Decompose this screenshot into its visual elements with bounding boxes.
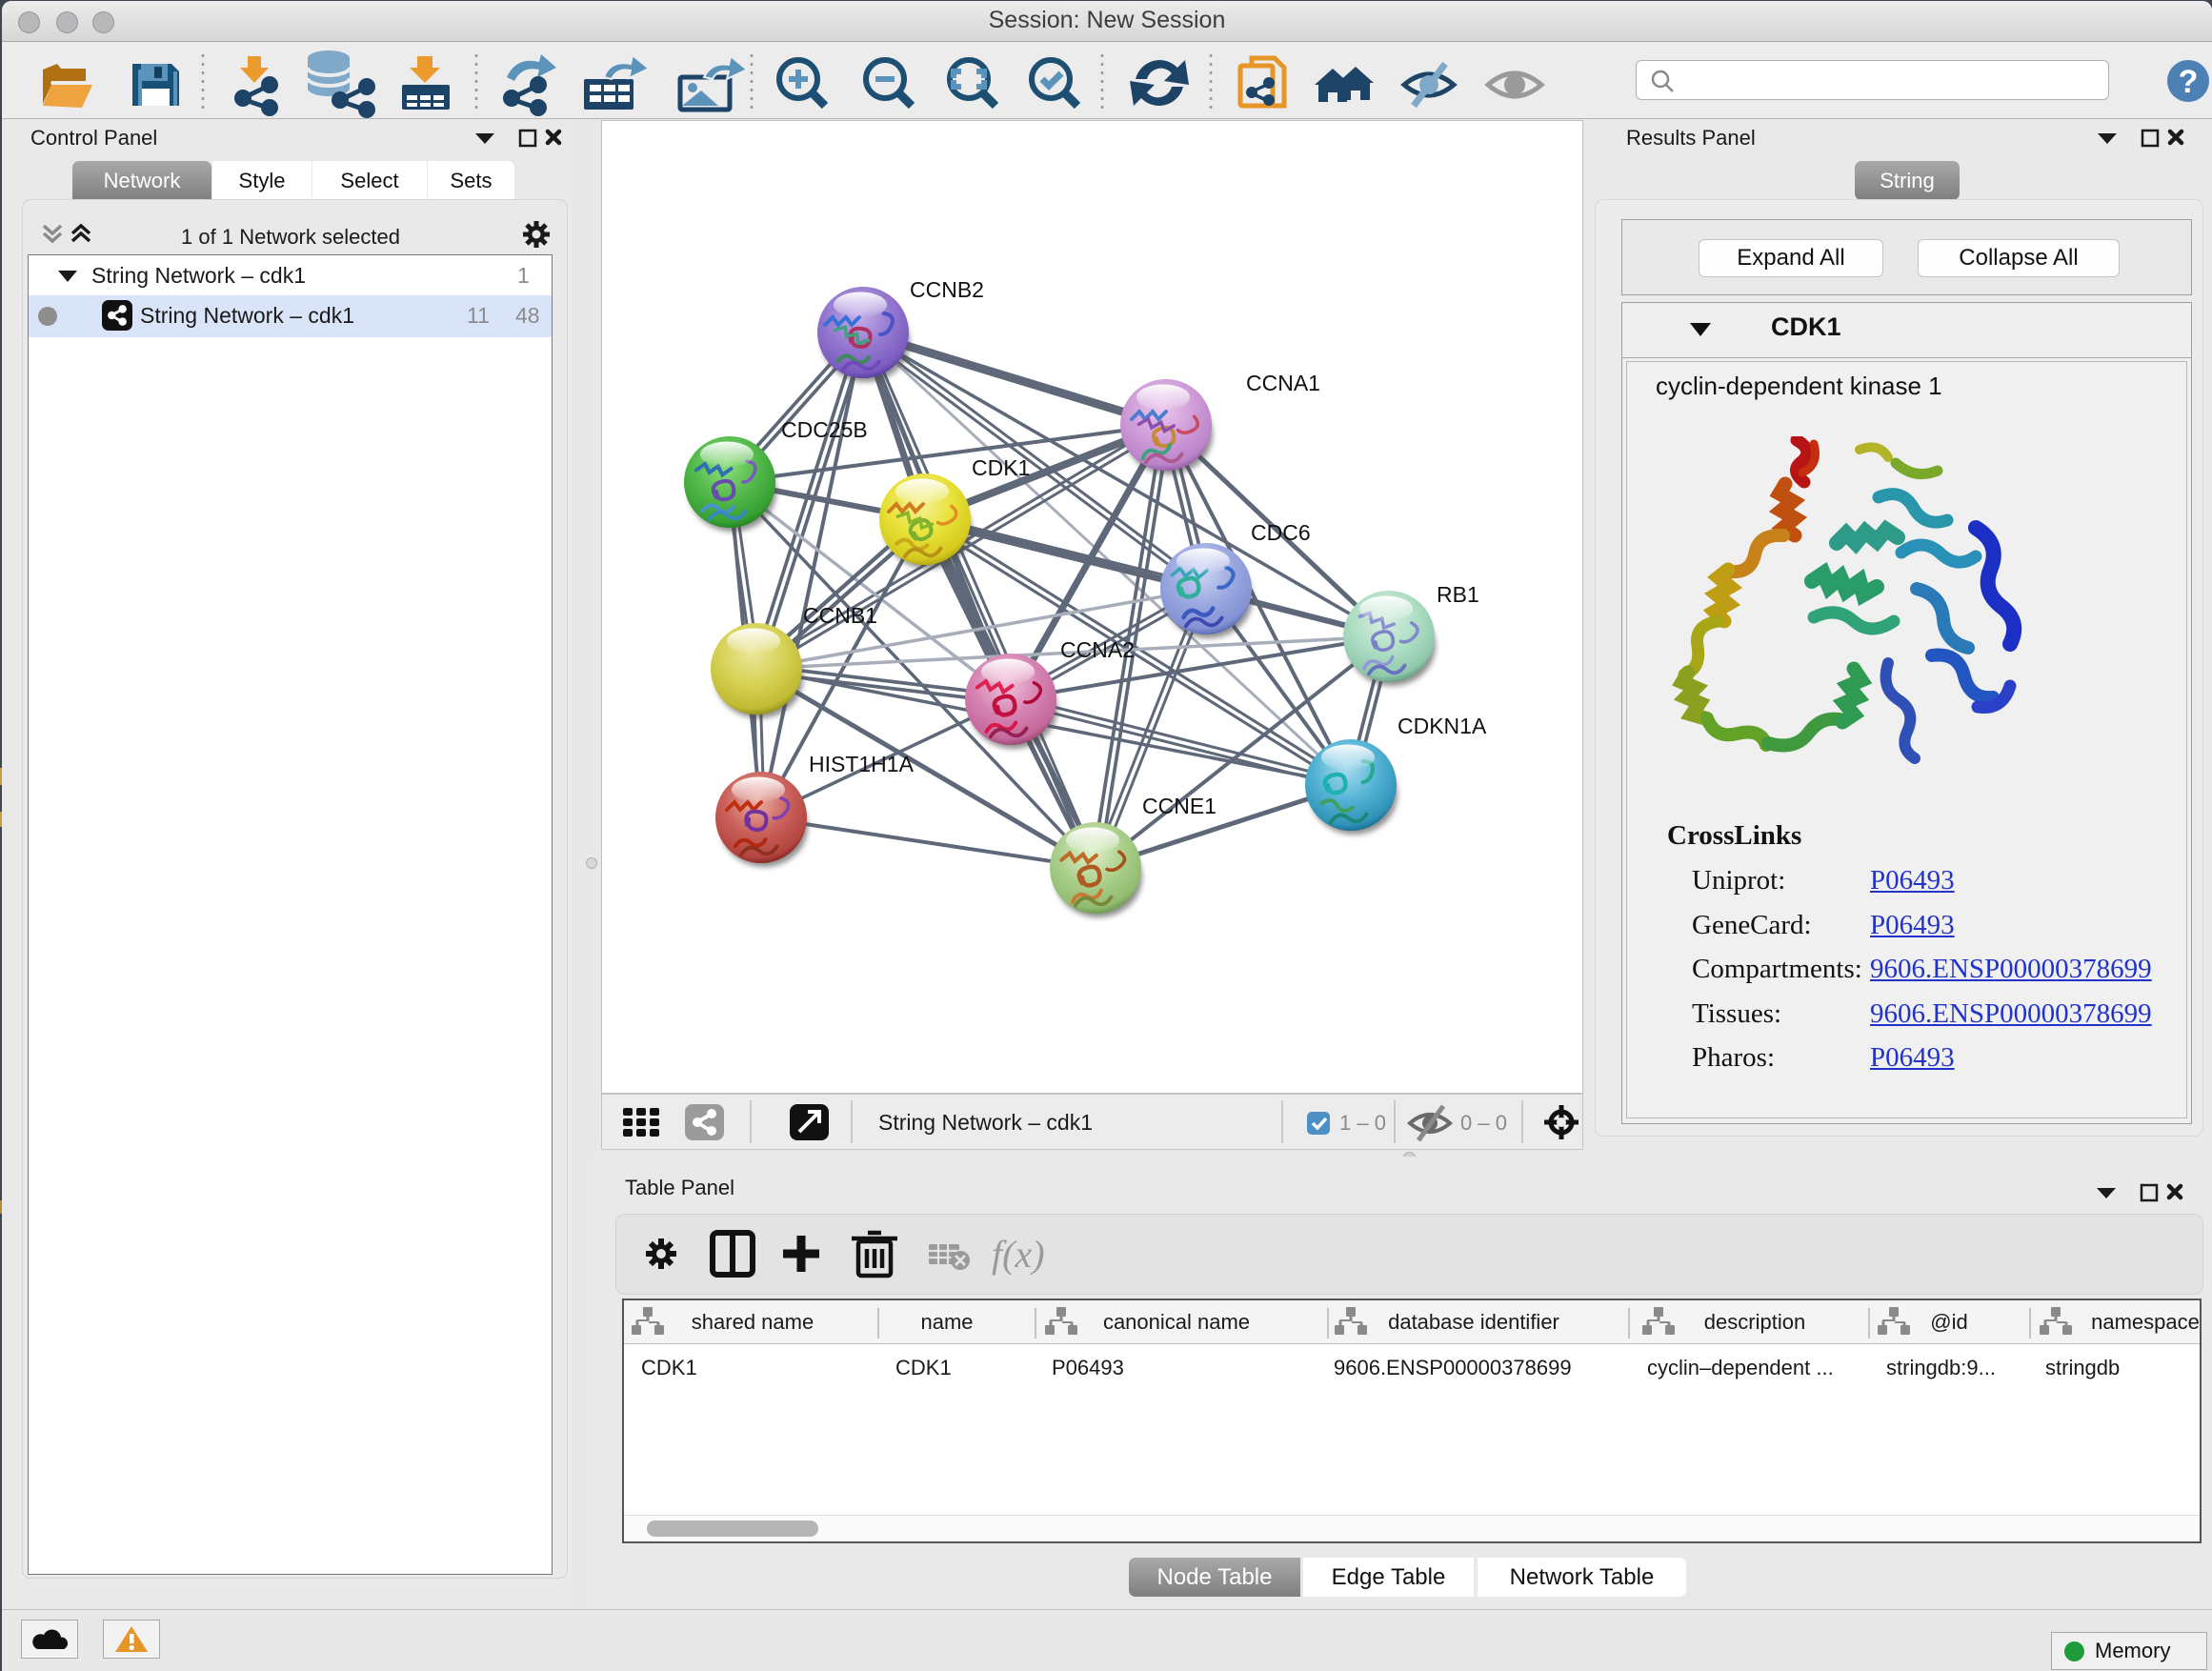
svg-text:CDC6: CDC6 <box>1251 520 1311 545</box>
svg-text:description: description <box>1704 1310 1805 1334</box>
svg-text:name: name <box>920 1310 973 1334</box>
svg-text:0 – 0: 0 – 0 <box>1460 1111 1507 1135</box>
svg-text:database identifier: database identifier <box>1388 1310 1559 1334</box>
svg-text:CCNB1: CCNB1 <box>803 603 877 628</box>
svg-text:CDKN1A: CDKN1A <box>1398 714 1487 738</box>
svg-text:CDK1: CDK1 <box>972 455 1030 480</box>
svg-text:namespace: namespace <box>2091 1310 2200 1334</box>
svg-text:CCNB2: CCNB2 <box>910 277 984 302</box>
svg-text:String Network – cdk1: String Network – cdk1 <box>878 1110 1093 1135</box>
svg-text:CDC25B: CDC25B <box>781 417 868 442</box>
svg-text:RB1: RB1 <box>1437 582 1479 607</box>
svg-text:CCNE1: CCNE1 <box>1142 794 1217 818</box>
svg-text:canonical name: canonical name <box>1103 1310 1250 1334</box>
svg-text:HIST1H1A: HIST1H1A <box>809 752 915 776</box>
svg-text:CCNA2: CCNA2 <box>1060 637 1135 662</box>
svg-text:CCNA1: CCNA1 <box>1246 371 1320 395</box>
svg-text:?: ? <box>2179 64 2199 100</box>
svg-text:@id: @id <box>1930 1310 1967 1334</box>
svg-text:f(x): f(x) <box>992 1233 1045 1276</box>
svg-text:shared name: shared name <box>692 1310 814 1334</box>
svg-text:1 – 0: 1 – 0 <box>1339 1111 1386 1135</box>
